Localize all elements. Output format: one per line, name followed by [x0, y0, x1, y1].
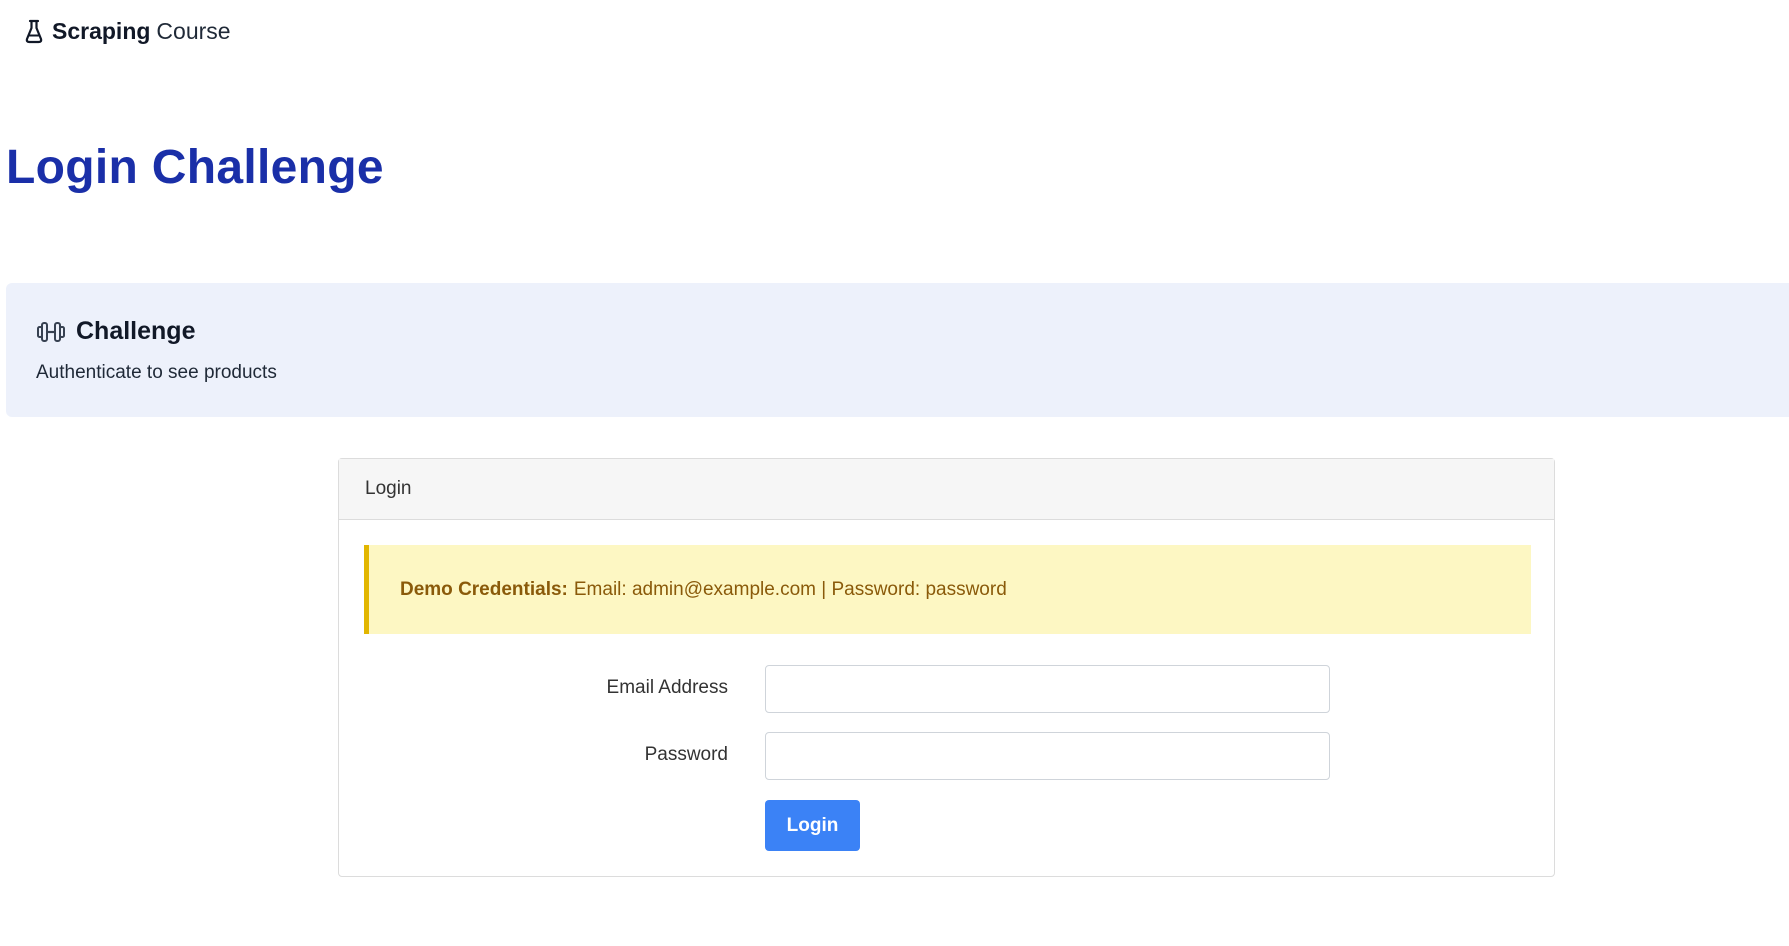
site-brand[interactable]: Scraping Course [24, 18, 231, 45]
challenge-heading: Challenge [76, 317, 196, 345]
page-title: Login Challenge [6, 141, 384, 194]
password-field[interactable] [765, 732, 1330, 780]
email-row: Email Address [339, 665, 1554, 713]
password-row: Password [339, 732, 1554, 780]
challenge-panel: Challenge Authenticate to see products [6, 283, 1789, 417]
flask-icon [25, 19, 43, 43]
alert-label: Demo Credentials: [400, 578, 568, 600]
dumbbell-icon [37, 321, 65, 342]
login-card: Login Demo Credentials: Email: admin@exa… [338, 458, 1555, 877]
password-label: Password [644, 744, 728, 765]
challenge-heading-row: Challenge [36, 317, 195, 346]
login-button[interactable]: Login [765, 800, 860, 851]
brand-name-light: Course [156, 18, 231, 44]
challenge-description: Authenticate to see products [36, 362, 277, 383]
email-field[interactable] [765, 665, 1330, 713]
demo-credentials-alert: Demo Credentials: Email: admin@example.c… [364, 545, 1531, 634]
login-card-header: Login [339, 459, 1554, 520]
alert-text: Email: admin@example.com | Password: pas… [573, 578, 1007, 600]
brand-name-strong: Scraping [52, 18, 151, 44]
email-label: Email Address [606, 677, 728, 698]
